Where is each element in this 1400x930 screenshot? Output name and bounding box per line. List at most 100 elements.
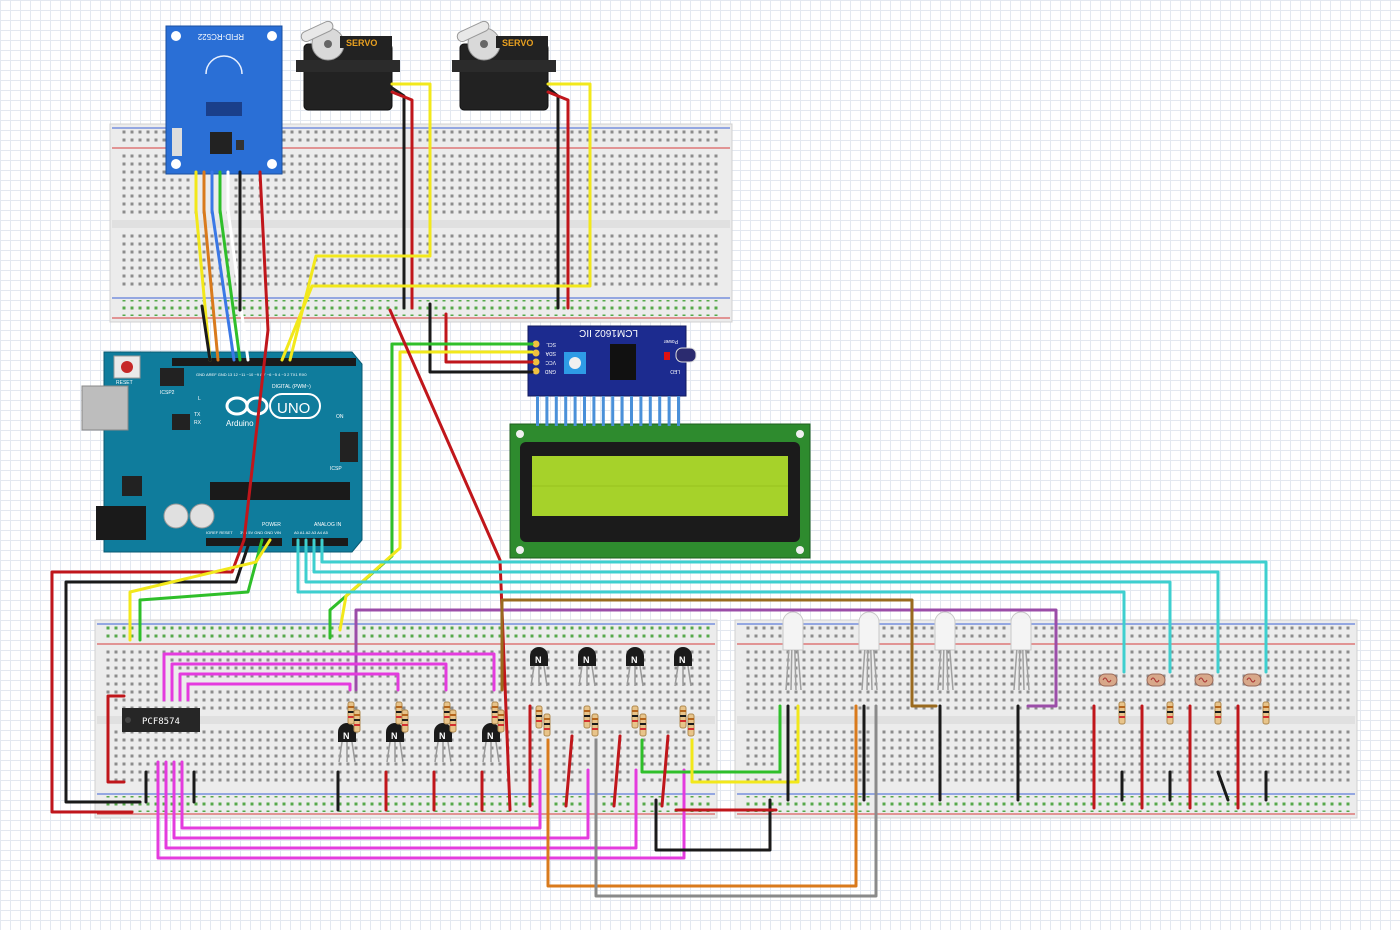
- rgb-led: [782, 611, 804, 651]
- rgb-led: [858, 611, 880, 651]
- lcd-header-pin: [564, 396, 568, 426]
- transistor-mark: N: [487, 731, 494, 741]
- lcd-header-pin: [630, 396, 633, 426]
- rgb-led: [934, 611, 956, 651]
- resistor-band: [536, 710, 542, 712]
- resistor-band: [354, 719, 360, 721]
- lcd-pin-sda: SDA: [545, 350, 556, 356]
- lcd-module-label: LCM1602 IIC: [579, 327, 638, 338]
- resistor-band: [396, 706, 402, 708]
- arduino-top-pins: AREF GND 13 12 ~11 ~10 ~9 8 7 ~6 ~5 4 ~3…: [206, 372, 307, 377]
- resistor-band: [592, 728, 598, 730]
- resistor-band: [402, 724, 408, 726]
- lcd-header-pin: [536, 396, 539, 426]
- resistor-band: [402, 714, 408, 716]
- resistor-band: [492, 716, 498, 718]
- resistor-band: [592, 723, 598, 725]
- resistor-band: [632, 710, 638, 712]
- rgb-led: [1010, 611, 1032, 651]
- rgb-led-leg: [1018, 649, 1021, 691]
- lcd-header-pin: [592, 396, 596, 426]
- wire-lcd-sda: [338, 350, 534, 632]
- lcd-header-pin: [620, 396, 624, 426]
- circuit-diagram: LCM1602 IIC SCL SDA VCC GND Power LED SE…: [50, 20, 1358, 898]
- lcd-led-label: LED: [670, 368, 680, 374]
- arduino-model: UNO: [277, 400, 310, 417]
- lcd-header-pin: [554, 396, 558, 426]
- resistor-band: [688, 723, 694, 725]
- resistor-band: [402, 719, 408, 721]
- transistor-mark: N: [343, 731, 350, 741]
- resistor-band: [1215, 706, 1221, 708]
- lcd-header-pin: [648, 396, 652, 426]
- resistor-band: [592, 718, 598, 720]
- resistor-band: [544, 718, 550, 720]
- resistor-band: [1215, 711, 1221, 713]
- resistor-band: [584, 715, 590, 717]
- arduino-reset-label: RESET: [116, 380, 133, 386]
- resistor-band: [450, 714, 456, 716]
- transistor-mark: N: [679, 655, 686, 665]
- transistor-mark: N: [631, 655, 638, 665]
- resistor-band: [444, 716, 450, 718]
- resistor-band: [544, 723, 550, 725]
- resistor-band: [396, 716, 402, 718]
- arduino-brand: Arduino: [226, 419, 254, 428]
- transistor-mark: N: [583, 655, 590, 665]
- resistor-band: [444, 706, 450, 708]
- lcd-header-pin: [583, 396, 586, 426]
- resistor-band: [1263, 716, 1269, 718]
- servo-2: [452, 20, 556, 111]
- resistor-band: [450, 724, 456, 726]
- resistor-band: [1119, 711, 1125, 713]
- lcd-header-pin: [639, 396, 643, 426]
- resistor-band: [498, 719, 504, 721]
- lcd-header-pin: [667, 396, 671, 426]
- photoresistor: [1146, 673, 1166, 687]
- rgb-led-leg: [942, 649, 945, 691]
- resistor-band: [348, 711, 354, 713]
- lcd-display: [509, 423, 811, 559]
- transistor-mark: N: [391, 731, 398, 741]
- lcd-header-pin: [658, 396, 662, 426]
- resistor-band: [498, 724, 504, 726]
- resistor-band: [396, 711, 402, 713]
- lcd-header-pin: [601, 396, 605, 426]
- arduino-aref-gnd: GND: [196, 372, 205, 377]
- resistor-band: [640, 728, 646, 730]
- resistor-band: [1263, 711, 1269, 713]
- arduino-l-label: L: [198, 396, 201, 402]
- transistor-mark: N: [535, 655, 542, 665]
- resistor-band: [584, 720, 590, 722]
- lcd-header-pin: [677, 396, 680, 426]
- resistor-band: [584, 710, 590, 712]
- resistor-band: [632, 715, 638, 717]
- resistor-band: [688, 728, 694, 730]
- resistor-band: [680, 710, 686, 712]
- lcd-pin-scl: SCL: [546, 341, 556, 347]
- resistor-band: [354, 724, 360, 726]
- arduino-icsp-label: ICSP: [330, 466, 342, 472]
- pcf8574-label: PCF8574: [142, 717, 180, 727]
- servo-1: [296, 20, 400, 111]
- resistor-band: [348, 706, 354, 708]
- lcd-header-pin: [573, 396, 577, 426]
- resistor-band: [1119, 706, 1125, 708]
- resistor-band: [536, 720, 542, 722]
- rgb-led-leg: [866, 649, 869, 691]
- resistor-band: [1215, 716, 1221, 718]
- photoresistor: [1098, 673, 1118, 687]
- arduino-digital-label: DIGITAL (PWM~): [272, 384, 311, 390]
- lcd-header-pin: [611, 396, 615, 426]
- resistor-band: [640, 718, 646, 720]
- rgb-led-leg: [790, 649, 793, 691]
- photoresistor: [1242, 673, 1262, 687]
- resistor-band: [1263, 706, 1269, 708]
- lcd-header-pins: [536, 396, 680, 426]
- arduino-icsp2-label: ICSP2: [160, 390, 175, 396]
- resistor-band: [498, 714, 504, 716]
- arduino-analog-label: ANALOG IN: [314, 522, 342, 528]
- lcd-power-label: Power: [663, 338, 678, 344]
- resistor-band: [1167, 716, 1173, 718]
- resistor-band: [492, 711, 498, 713]
